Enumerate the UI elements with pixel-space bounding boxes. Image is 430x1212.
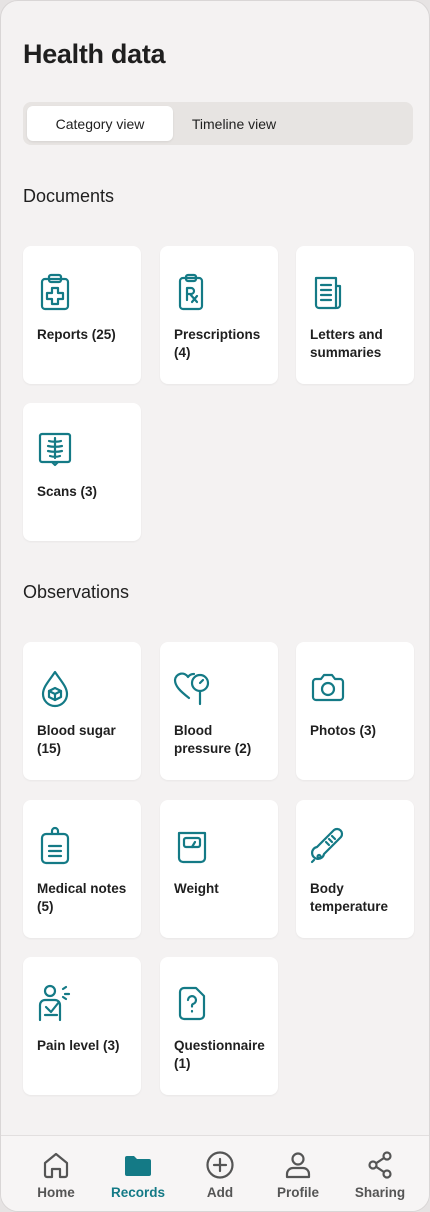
thermometer-icon (308, 826, 348, 866)
letters-summaries-card[interactable]: Letters and summaries (296, 246, 414, 384)
blood-sugar-card[interactable]: Blood sugar (15) (23, 642, 141, 780)
card-label: Medical notes (5) (37, 881, 127, 914)
observations-heading: Observations (23, 582, 130, 602)
card-label: Scans (3) (37, 484, 98, 499)
body-temperature-card[interactable]: Body temperature (296, 800, 414, 938)
prescriptions-card[interactable]: Prescriptions (4) (160, 246, 278, 384)
category-view-tab[interactable]: Category view (27, 106, 173, 141)
page-title: Health data (23, 39, 166, 69)
pain-level-card[interactable]: Pain level (3) (23, 957, 141, 1095)
health-data-screen: Health data Category view Timeline view … (0, 0, 430, 1212)
medical-notes-card[interactable]: Medical notes (5) (23, 800, 141, 938)
nav-records[interactable]: Records (98, 1150, 178, 1206)
card-label: Letters and summaries (310, 327, 383, 360)
home-icon (41, 1150, 71, 1180)
card-label: Prescriptions (4) (174, 327, 261, 360)
view-toggle: Category view Timeline view (23, 102, 413, 145)
nav-home[interactable]: Home (16, 1150, 96, 1206)
nav-label: Records (110, 1185, 166, 1200)
card-label: Photos (3) (310, 723, 376, 738)
nav-add[interactable]: Add (180, 1150, 260, 1206)
weight-card[interactable]: Weight (160, 800, 278, 938)
nav-label: Home (37, 1185, 75, 1200)
scans-card[interactable]: Scans (3) (23, 403, 141, 541)
card-label: Blood pressure (2) (174, 723, 252, 756)
questionnaire-card[interactable]: Questionnaire (1) (160, 957, 278, 1095)
question-document-icon (172, 983, 212, 1023)
nav-label: Add (206, 1185, 234, 1200)
clipboard-notes-icon (35, 826, 75, 866)
share-icon (365, 1150, 395, 1180)
pain-person-icon (35, 983, 75, 1023)
documents-heading: Documents (23, 186, 115, 206)
nav-label: Profile (276, 1185, 319, 1200)
document-lines-icon (308, 272, 348, 312)
prescription-icon (172, 272, 212, 312)
bottom-navigation: Home Records Add Profile Sharing (1, 1135, 429, 1211)
heart-gauge-icon (172, 668, 212, 708)
folder-icon (123, 1150, 153, 1180)
blood-drop-icon (35, 668, 75, 708)
card-label: Weight (174, 881, 219, 896)
scale-icon (172, 826, 212, 866)
nav-label: Sharing (354, 1185, 406, 1200)
clipboard-plus-icon (35, 272, 75, 312)
card-label: Body temperature (310, 881, 389, 914)
nav-sharing[interactable]: Sharing (340, 1150, 420, 1206)
blood-pressure-card[interactable]: Blood pressure (2) (160, 642, 278, 780)
photos-card[interactable]: Photos (3) (296, 642, 414, 780)
card-label: Questionnaire (1) (174, 1038, 265, 1071)
xray-scan-icon (35, 429, 75, 469)
card-label: Blood sugar (15) (37, 723, 116, 756)
person-icon (283, 1150, 313, 1180)
plus-circle-icon (205, 1150, 235, 1180)
timeline-view-tab[interactable]: Timeline view (173, 106, 295, 141)
card-label: Pain level (3) (37, 1038, 120, 1053)
nav-profile[interactable]: Profile (258, 1150, 338, 1206)
card-label: Reports (25) (37, 327, 116, 342)
reports-card[interactable]: Reports (25) (23, 246, 141, 384)
camera-icon (308, 668, 348, 708)
